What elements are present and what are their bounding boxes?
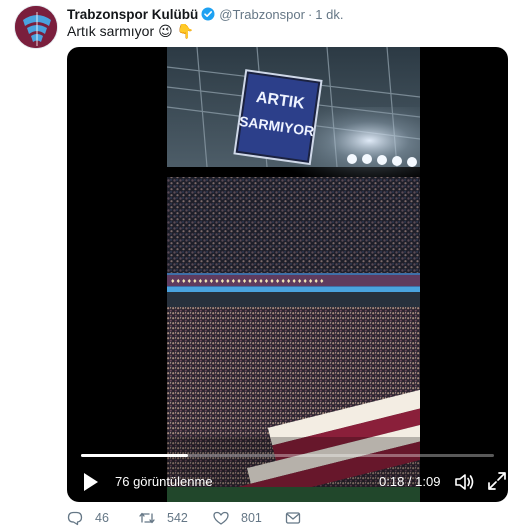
- like-button[interactable]: 801: [213, 510, 262, 526]
- video-player[interactable]: ARTIK SARMIYOR ♦ ♦ ♦ ♦ ♦ ♦ ♦ ♦ ♦ ♦ ♦ ♦ ♦…: [67, 47, 508, 502]
- retweet-icon: [139, 512, 155, 524]
- reply-button[interactable]: 46: [67, 510, 109, 526]
- tweet: Trabzonspor Kulübü @Trabzonspor · 1 dk. …: [0, 0, 528, 532]
- svg-text:♦ ♦ ♦ ♦ ♦ ♦ ♦ ♦ ♦ ♦ ♦ ♦ ♦ ♦ ♦: ♦ ♦ ♦ ♦ ♦ ♦ ♦ ♦ ♦ ♦ ♦ ♦ ♦ ♦ ♦ ♦ ♦ ♦ ♦ ♦ …: [171, 278, 324, 285]
- video-time: 0:18 / 1:09: [379, 474, 441, 489]
- tweet-text-body: Artık sarmıyor: [67, 23, 155, 39]
- heart-icon: [213, 511, 229, 525]
- pointing-down-emoji-icon: 👇: [176, 22, 195, 39]
- play-button[interactable]: [79, 471, 101, 493]
- video-frame[interactable]: ARTIK SARMIYOR ♦ ♦ ♦ ♦ ♦ ♦ ♦ ♦ ♦ ♦ ♦ ♦ ♦…: [167, 47, 420, 502]
- retweet-count: 542: [167, 511, 188, 525]
- video-progress-fill: [81, 454, 189, 457]
- direct-message-button[interactable]: [285, 510, 301, 526]
- envelope-icon: [285, 512, 301, 524]
- stadium-video-image: ARTIK SARMIYOR ♦ ♦ ♦ ♦ ♦ ♦ ♦ ♦ ♦ ♦ ♦ ♦ ♦…: [167, 47, 420, 502]
- reply-count: 46: [95, 511, 109, 525]
- verified-badge-icon: [201, 7, 215, 21]
- play-icon: [84, 473, 98, 491]
- club-logo-icon: [15, 6, 57, 48]
- tweet-header: Trabzonspor Kulübü @Trabzonspor · 1 dk.: [67, 5, 343, 23]
- avatar[interactable]: [14, 5, 58, 49]
- fullscreen-icon: [488, 472, 506, 490]
- tweet-text: Artık sarmıyor 😉 👇: [67, 22, 194, 40]
- user-handle[interactable]: @Trabzonspor: [219, 7, 305, 22]
- display-name[interactable]: Trabzonspor Kulübü: [67, 7, 198, 22]
- timestamp[interactable]: 1 dk.: [315, 7, 343, 22]
- video-progress-bar[interactable]: [81, 454, 494, 457]
- volume-button[interactable]: [453, 471, 475, 493]
- reply-icon: [67, 511, 83, 526]
- wink-emoji-icon: 😉: [158, 22, 173, 39]
- video-controls: 76 görüntülenme 0:18 / 1:09: [67, 465, 508, 499]
- view-count: 76 görüntülenme: [115, 474, 213, 489]
- volume-icon: [455, 474, 474, 490]
- separator-dot: ·: [307, 6, 313, 22]
- fullscreen-button[interactable]: [487, 471, 507, 491]
- like-count: 801: [241, 511, 262, 525]
- retweet-button[interactable]: 542: [139, 510, 188, 526]
